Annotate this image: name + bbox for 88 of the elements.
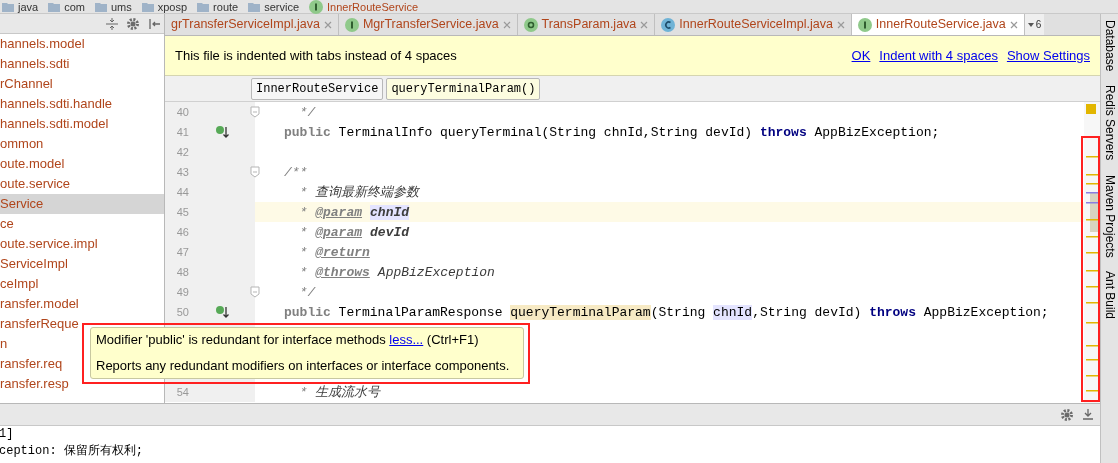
tooltip-message: Modifier 'public' is redundant for interface methods less... (Ctrl+F1) [96,331,480,349]
close-icon[interactable] [323,20,332,29]
code-text: * @param chnId [298,204,410,220]
line-number: 50 [175,304,189,320]
caret-icon [1027,22,1034,27]
notification-text: This file is indented with tabs instead of 4 spaces [175,46,457,65]
package-item[interactable]: oute.model [0,154,164,174]
close-icon[interactable] [1009,20,1018,29]
implements-icon[interactable] [215,125,229,139]
folder-icon [141,1,154,12]
implements-icon[interactable] [215,305,229,319]
tool-window-button[interactable]: Maven Projects [1100,174,1118,258]
fold-icon[interactable] [250,166,260,178]
package-item[interactable]: hannels.sdti [0,54,164,74]
line-number: 43 [175,164,189,180]
line-number: 48 [175,264,189,280]
package-item[interactable]: ce [0,214,164,234]
fold-icon[interactable] [250,106,260,118]
folder-icon [2,1,14,12]
line-number: 46 [175,224,189,240]
interface-icon [309,0,324,14]
structure-crumb[interactable]: InnerRouteService [251,77,384,100]
line-number: 49 [175,284,189,300]
breadcrumb-item[interactable]: java [18,0,39,13]
package-item[interactable]: hannels.sdti.model [0,114,164,134]
line-number: 41 [175,124,189,140]
package-item[interactable]: hannels.sdti.handle [0,94,164,114]
package-item[interactable]: hannels.model [0,34,164,54]
line-number: 45 [175,204,189,220]
line-number: 54 [175,384,189,400]
code-text: public TerminalInfo queryTerminal(String chnId,String devId) throws AppBizException; [284,124,940,140]
folder-icon [248,1,261,12]
package-item[interactable]: oute.service.impl [0,234,164,254]
breadcrumb-item[interactable]: xposp [157,0,188,13]
tooltip-description: Reports any redundant modifiers on interfaces or interface components. [96,357,511,375]
interface-icon [857,17,872,32]
structure-crumb[interactable]: queryTerminalParam() [386,77,541,100]
breadcrumb-item[interactable]: service [264,0,300,13]
class-icon [661,17,676,32]
tool-window-button[interactable]: Database [1100,20,1118,72]
collapse-icon[interactable] [106,17,118,30]
fold-icon[interactable] [250,286,260,298]
package-item[interactable]: ServiceImpl [0,254,164,274]
notification-link[interactable]: Indent with 4 spaces [879,45,998,66]
package-item[interactable]: ransfer.model [0,294,164,314]
hide-panel-icon[interactable] [148,17,160,30]
notification-link[interactable]: OK [851,45,871,66]
close-icon[interactable] [640,20,649,29]
line-number: 40 [175,104,189,120]
breadcrumb-item[interactable]: route [213,0,239,13]
console-line: 1] [0,426,15,443]
code-text: */ [298,104,316,120]
breadcrumb-item[interactable]: ums [110,0,132,13]
editor-tab[interactable]: InnerRouteService.java [851,14,1025,35]
code-text: * @param devId [298,224,410,240]
tool-window-button[interactable]: Redis Servers [1100,85,1118,161]
code-text: * @return [298,244,371,260]
close-icon[interactable] [836,20,845,29]
interface-icon [344,17,359,32]
breadcrumb-item[interactable]: com [64,0,85,13]
package-item[interactable]: oute.service [0,174,164,194]
package-item[interactable]: ceImpl [0,274,164,294]
code-text: * @throws AppBizException [298,264,495,280]
console-line: ception: 保留所有权利; [0,443,144,460]
less-link[interactable]: less... [389,332,424,347]
settings-icon[interactable] [1060,407,1074,422]
warning-indicator [1086,104,1096,114]
code-text: public TerminalParamResponse queryTerminalParam(String chnId,String devId) throws AppBizException; [284,304,1049,320]
download-icon[interactable] [1082,408,1094,421]
folder-icon [48,1,61,12]
settings-icon[interactable] [126,16,140,31]
tool-window-button[interactable]: Ant Build [1100,271,1118,320]
package-item[interactable]: Service [0,194,164,214]
line-number: 42 [175,144,189,160]
package-item[interactable]: ommon [0,134,164,154]
line-number: 47 [175,244,189,260]
breadcrumb-item[interactable]: InnerRouteService [327,0,419,13]
close-icon[interactable] [502,20,511,29]
line-number: 44 [175,184,189,200]
folder-icon [197,1,210,12]
package-item[interactable]: rChannel [0,74,164,94]
code-text: * 生成流水号 [298,384,381,400]
folder-icon [94,1,107,12]
code-text: /** [284,164,308,180]
code-text: */ [298,284,316,300]
notification-link[interactable]: Show Settings [1006,45,1090,66]
annotation-icon [523,17,538,32]
code-text: * 查询最新终端参数 [298,184,420,200]
